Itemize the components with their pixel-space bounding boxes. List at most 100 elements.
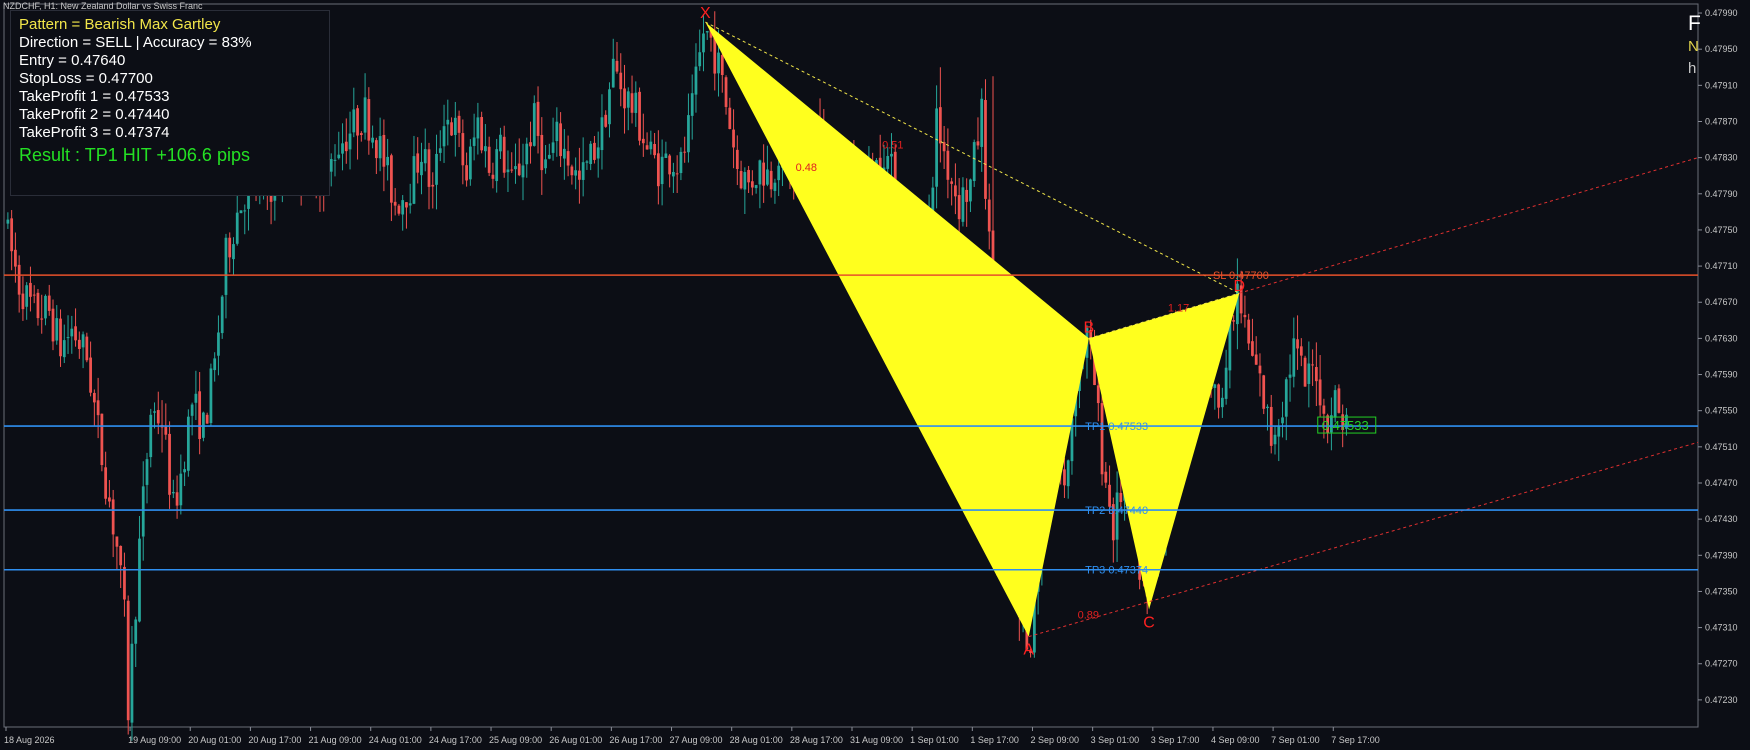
x-axis-tick-label: 2 Sep 09:00 xyxy=(1030,735,1079,745)
candle-body xyxy=(536,101,540,136)
candle-body xyxy=(40,318,44,320)
candle-body xyxy=(585,161,589,163)
candle-body xyxy=(55,318,59,341)
y-axis-tick-label: 0.47390 xyxy=(1705,550,1738,560)
candle-body xyxy=(608,89,611,125)
candle-body xyxy=(171,491,175,494)
candle-body xyxy=(687,115,690,153)
candle-body xyxy=(732,129,735,148)
candle-body xyxy=(540,134,544,171)
candle-body xyxy=(348,133,352,150)
pattern-ratio-label: 0.89 xyxy=(1078,610,1099,622)
candle-body xyxy=(213,358,217,371)
candle-body xyxy=(352,109,356,133)
candle-body xyxy=(194,393,198,403)
x-axis-tick-label: 20 Aug 17:00 xyxy=(248,735,301,745)
candle-body xyxy=(359,133,363,136)
candle-body xyxy=(217,332,220,356)
y-axis-tick-label: 0.47830 xyxy=(1705,153,1738,163)
candle-body xyxy=(762,162,766,186)
candle-body xyxy=(21,293,25,310)
candle-body xyxy=(514,166,517,170)
candle-body xyxy=(89,357,92,393)
x-axis-tick-label: 25 Aug 09:00 xyxy=(489,735,542,745)
candle-body xyxy=(946,150,950,180)
candle-body xyxy=(641,138,645,144)
candle-body xyxy=(720,55,724,76)
candle-body xyxy=(153,411,156,413)
candle-body xyxy=(1333,390,1337,418)
candle-body xyxy=(547,154,551,159)
candle-body xyxy=(672,171,675,177)
candle-body xyxy=(190,404,194,416)
candle-body xyxy=(668,155,672,175)
candle-body xyxy=(104,467,108,499)
candle-body xyxy=(329,159,333,172)
tp-hit-badge-label: 0.47533 xyxy=(1322,418,1369,433)
candle-body xyxy=(1322,405,1326,414)
candle-body xyxy=(578,170,581,180)
candle-body xyxy=(243,210,247,212)
candle-body xyxy=(634,92,638,113)
candle-body xyxy=(739,170,743,189)
candle-body xyxy=(59,318,62,357)
candle-body xyxy=(935,108,938,187)
y-axis-tick-label: 0.47230 xyxy=(1705,695,1738,705)
candle-body xyxy=(529,142,532,147)
candle-body xyxy=(735,149,739,169)
corner-label-3: h xyxy=(1688,60,1697,77)
candle-body xyxy=(544,159,547,169)
candle-body xyxy=(980,98,984,147)
pattern-ratio-label: 0.48 xyxy=(796,162,817,174)
x-axis-tick-label: 28 Aug 01:00 xyxy=(730,735,783,745)
candle-body xyxy=(653,144,656,156)
candle-body xyxy=(596,147,600,159)
candle-body xyxy=(750,181,754,188)
level-label-3: TP3 0.47374 xyxy=(1085,565,1148,577)
candle-body xyxy=(487,146,491,173)
candle-body xyxy=(1104,471,1108,483)
candle-body xyxy=(502,136,506,173)
candle-body xyxy=(484,146,487,152)
x-axis-tick-label: 18 Aug 2026 xyxy=(4,735,55,745)
candle-body xyxy=(17,264,21,295)
candle-body xyxy=(1232,320,1236,322)
candle-body xyxy=(660,156,664,185)
candle-body xyxy=(44,295,47,319)
candle-body xyxy=(521,165,525,178)
candle-body xyxy=(499,134,502,152)
candle-body xyxy=(333,159,337,161)
candle-body xyxy=(683,151,687,153)
candle-body xyxy=(108,497,111,502)
candle-body xyxy=(416,153,420,173)
y-axis-tick-label: 0.47350 xyxy=(1705,586,1738,596)
candle-body xyxy=(1243,314,1247,318)
candle-body xyxy=(566,151,570,166)
candle-body xyxy=(25,285,29,307)
direction-accuracy: Direction = SELL | Accuracy = 83% xyxy=(19,34,252,51)
trade-result: Result : TP1 HIT +106.6 pips xyxy=(19,145,250,165)
candle-body xyxy=(435,153,438,185)
take-profit-1: TakeProfit 1 = 0.47533 xyxy=(19,88,170,105)
candle-body xyxy=(431,184,435,187)
candle-body xyxy=(1108,484,1111,507)
candle-body xyxy=(555,121,559,142)
x-axis-tick-label: 26 Aug 17:00 xyxy=(609,735,662,745)
y-axis-tick-label: 0.47710 xyxy=(1705,261,1738,271)
candle-body xyxy=(623,88,626,109)
candle-body xyxy=(574,170,578,176)
candle-body xyxy=(438,148,442,153)
candle-body xyxy=(149,414,153,458)
candle-body xyxy=(363,97,367,133)
candle-body xyxy=(468,146,472,180)
candle-body xyxy=(397,205,401,214)
candle-body xyxy=(1224,367,1228,399)
candle-body xyxy=(976,141,980,146)
x-axis-tick-label: 1 Sep 01:00 xyxy=(910,735,959,745)
candle-body xyxy=(630,93,634,113)
candle-body xyxy=(205,414,209,424)
candle-body xyxy=(664,153,668,158)
candle-body xyxy=(969,179,972,202)
y-axis-tick-label: 0.47750 xyxy=(1705,225,1738,235)
candle-body xyxy=(743,172,747,190)
